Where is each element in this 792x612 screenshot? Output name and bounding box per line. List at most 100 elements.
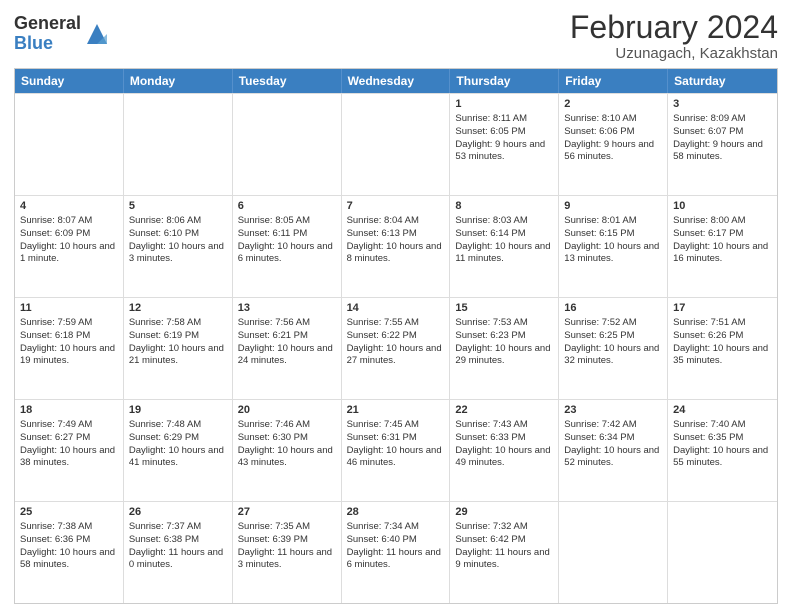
logo-general-text: General	[14, 14, 81, 34]
day-info-line: Sunset: 6:19 PM	[129, 330, 227, 343]
day-info-line: Sunrise: 8:11 AM	[455, 113, 553, 126]
day-info-line: Sunset: 6:30 PM	[238, 432, 336, 445]
calendar-week-row: 4Sunrise: 8:07 AMSunset: 6:09 PMDaylight…	[15, 195, 777, 297]
day-info-line: Sunrise: 7:38 AM	[20, 521, 118, 534]
day-info-line: Sunset: 6:23 PM	[455, 330, 553, 343]
day-number: 19	[129, 403, 227, 418]
calendar-week-row: 11Sunrise: 7:59 AMSunset: 6:18 PMDayligh…	[15, 297, 777, 399]
main-title: February 2024	[570, 10, 778, 45]
day-info-line: Sunset: 6:17 PM	[673, 228, 772, 241]
day-info-line: Sunset: 6:05 PM	[455, 126, 553, 139]
calendar-cell: 19Sunrise: 7:48 AMSunset: 6:29 PMDayligh…	[124, 400, 233, 501]
day-number: 8	[455, 199, 553, 214]
day-info-line: Sunset: 6:29 PM	[129, 432, 227, 445]
subtitle: Uzunagach, Kazakhstan	[570, 45, 778, 62]
day-info-line: Sunrise: 8:09 AM	[673, 113, 772, 126]
calendar-cell: 8Sunrise: 8:03 AMSunset: 6:14 PMDaylight…	[450, 196, 559, 297]
calendar-cell	[124, 94, 233, 195]
day-info-line: Sunset: 6:31 PM	[347, 432, 445, 445]
day-info-line: Daylight: 10 hours and 27 minutes.	[347, 343, 445, 369]
day-info-line: Sunrise: 7:32 AM	[455, 521, 553, 534]
day-info-line: Sunset: 6:39 PM	[238, 534, 336, 547]
title-block: February 2024 Uzunagach, Kazakhstan	[570, 10, 778, 62]
calendar-header-cell: Friday	[559, 69, 668, 93]
day-number: 4	[20, 199, 118, 214]
calendar-header-cell: Saturday	[668, 69, 777, 93]
calendar-cell: 14Sunrise: 7:55 AMSunset: 6:22 PMDayligh…	[342, 298, 451, 399]
day-info-line: Daylight: 10 hours and 11 minutes.	[455, 241, 553, 267]
day-number: 9	[564, 199, 662, 214]
day-info-line: Daylight: 9 hours and 53 minutes.	[455, 139, 553, 165]
logo: General Blue	[14, 14, 111, 54]
day-number: 26	[129, 505, 227, 520]
day-info-line: Daylight: 10 hours and 24 minutes.	[238, 343, 336, 369]
day-info-line: Sunset: 6:34 PM	[564, 432, 662, 445]
day-info-line: Daylight: 10 hours and 55 minutes.	[673, 445, 772, 471]
day-number: 28	[347, 505, 445, 520]
day-info-line: Sunrise: 8:04 AM	[347, 215, 445, 228]
calendar-cell: 18Sunrise: 7:49 AMSunset: 6:27 PMDayligh…	[15, 400, 124, 501]
day-info-line: Sunrise: 7:48 AM	[129, 419, 227, 432]
calendar-cell: 13Sunrise: 7:56 AMSunset: 6:21 PMDayligh…	[233, 298, 342, 399]
day-number: 16	[564, 301, 662, 316]
day-number: 22	[455, 403, 553, 418]
day-number: 2	[564, 97, 662, 112]
day-info-line: Sunrise: 7:53 AM	[455, 317, 553, 330]
day-info-line: Daylight: 10 hours and 13 minutes.	[564, 241, 662, 267]
day-info-line: Daylight: 10 hours and 29 minutes.	[455, 343, 553, 369]
day-info-line: Sunrise: 7:40 AM	[673, 419, 772, 432]
day-info-line: Sunrise: 7:42 AM	[564, 419, 662, 432]
day-info-line: Sunrise: 7:59 AM	[20, 317, 118, 330]
day-info-line: Daylight: 10 hours and 35 minutes.	[673, 343, 772, 369]
day-info-line: Sunset: 6:22 PM	[347, 330, 445, 343]
day-number: 20	[238, 403, 336, 418]
day-info-line: Sunrise: 8:05 AM	[238, 215, 336, 228]
day-number: 27	[238, 505, 336, 520]
day-number: 24	[673, 403, 772, 418]
day-info-line: Daylight: 10 hours and 46 minutes.	[347, 445, 445, 471]
day-info-line: Sunrise: 7:43 AM	[455, 419, 553, 432]
day-info-line: Daylight: 9 hours and 56 minutes.	[564, 139, 662, 165]
day-info-line: Daylight: 10 hours and 41 minutes.	[129, 445, 227, 471]
calendar-cell: 17Sunrise: 7:51 AMSunset: 6:26 PMDayligh…	[668, 298, 777, 399]
day-info-line: Sunset: 6:18 PM	[20, 330, 118, 343]
day-number: 5	[129, 199, 227, 214]
calendar-cell: 16Sunrise: 7:52 AMSunset: 6:25 PMDayligh…	[559, 298, 668, 399]
calendar-cell: 3Sunrise: 8:09 AMSunset: 6:07 PMDaylight…	[668, 94, 777, 195]
day-number: 25	[20, 505, 118, 520]
day-info-line: Sunrise: 8:00 AM	[673, 215, 772, 228]
day-info-line: Sunrise: 7:49 AM	[20, 419, 118, 432]
day-info-line: Sunset: 6:10 PM	[129, 228, 227, 241]
calendar-cell	[342, 94, 451, 195]
day-number: 23	[564, 403, 662, 418]
day-info-line: Sunrise: 8:10 AM	[564, 113, 662, 126]
calendar-cell: 21Sunrise: 7:45 AMSunset: 6:31 PMDayligh…	[342, 400, 451, 501]
day-info-line: Sunset: 6:33 PM	[455, 432, 553, 445]
day-info-line: Daylight: 11 hours and 0 minutes.	[129, 547, 227, 573]
calendar-cell: 23Sunrise: 7:42 AMSunset: 6:34 PMDayligh…	[559, 400, 668, 501]
calendar-cell: 20Sunrise: 7:46 AMSunset: 6:30 PMDayligh…	[233, 400, 342, 501]
day-info-line: Daylight: 10 hours and 32 minutes.	[564, 343, 662, 369]
day-number: 11	[20, 301, 118, 316]
calendar-week-row: 25Sunrise: 7:38 AMSunset: 6:36 PM Dayligh…	[15, 501, 777, 603]
day-info-line: Daylight: 10 hours and 43 minutes.	[238, 445, 336, 471]
day-info-line: Sunset: 6:21 PM	[238, 330, 336, 343]
day-info-line: Sunrise: 7:56 AM	[238, 317, 336, 330]
day-info-line: Sunset: 6:25 PM	[564, 330, 662, 343]
calendar-cell: 26Sunrise: 7:37 AMSunset: 6:38 PMDayligh…	[124, 502, 233, 603]
calendar-cell: 27Sunrise: 7:35 AMSunset: 6:39 PMDayligh…	[233, 502, 342, 603]
calendar-cell: 12Sunrise: 7:58 AMSunset: 6:19 PMDayligh…	[124, 298, 233, 399]
calendar-cell: 9Sunrise: 8:01 AMSunset: 6:15 PMDaylight…	[559, 196, 668, 297]
day-info-line: Sunset: 6:36 PM	[20, 534, 118, 547]
day-info-line: Sunrise: 8:01 AM	[564, 215, 662, 228]
day-info-line: Daylight: 11 hours and 9 minutes.	[455, 547, 553, 573]
day-number: 6	[238, 199, 336, 214]
calendar-cell: 25Sunrise: 7:38 AMSunset: 6:36 PMDayligh…	[15, 502, 124, 603]
calendar-week-row: 1Sunrise: 8:11 AMSunset: 6:05 PMDaylight…	[15, 93, 777, 195]
day-info-line: Daylight: 10 hours and 19 minutes.	[20, 343, 118, 369]
day-number: 21	[347, 403, 445, 418]
calendar-cell: 10Sunrise: 8:00 AMSunset: 6:17 PMDayligh…	[668, 196, 777, 297]
day-info-line: Sunrise: 7:51 AM	[673, 317, 772, 330]
day-info-line: Sunrise: 7:34 AM	[347, 521, 445, 534]
day-info-line: Sunrise: 7:45 AM	[347, 419, 445, 432]
